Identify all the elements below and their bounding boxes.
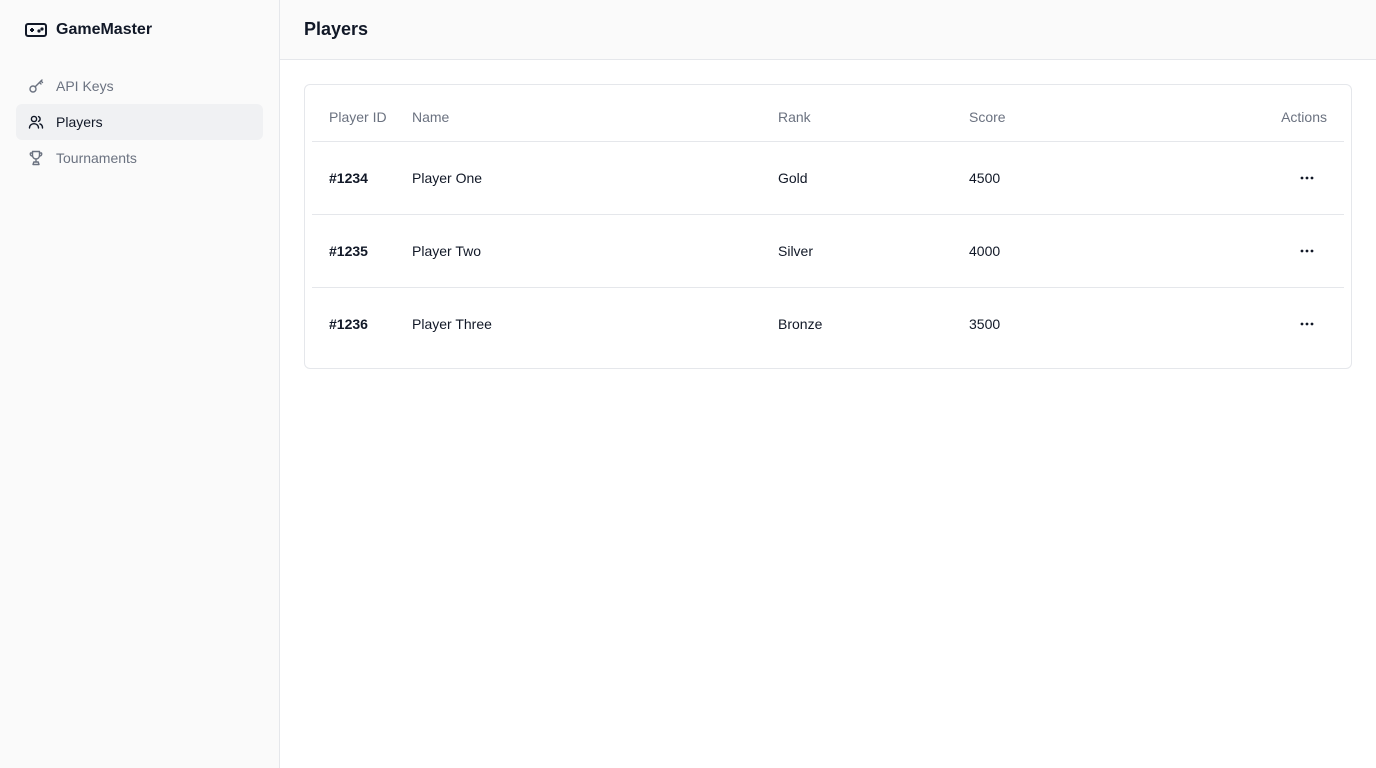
table-row: #1235 Player Two Silver 4000 bbox=[312, 214, 1344, 288]
player-score-cell: 3500 bbox=[969, 315, 1001, 332]
player-name-cell: Player Three bbox=[412, 315, 492, 332]
trophy-icon bbox=[28, 150, 44, 166]
sidebar: GameMaster API Keys Players Tournaments bbox=[0, 0, 280, 768]
more-horizontal-icon bbox=[1300, 176, 1314, 179]
table-header-row: Player ID Name Rank Score Actions bbox=[312, 93, 1344, 142]
brand[interactable]: GameMaster bbox=[16, 0, 263, 60]
players-table: Player ID Name Rank Score Actions #1234 … bbox=[312, 93, 1344, 360]
sidebar-item-label: Players bbox=[56, 114, 103, 130]
actions-cell bbox=[1209, 214, 1344, 288]
column-header-score: Score bbox=[969, 93, 1209, 142]
column-header-actions: Actions bbox=[1209, 93, 1344, 142]
users-icon bbox=[28, 114, 44, 130]
main-area: Players Player ID Name Rank Score Action… bbox=[280, 0, 1376, 768]
more-horizontal-icon bbox=[1300, 322, 1314, 326]
top-bar: Players bbox=[280, 0, 1376, 60]
actions-cell bbox=[1209, 287, 1344, 360]
sidebar-item-tournaments[interactable]: Tournaments bbox=[16, 140, 263, 176]
players-table-card: Player ID Name Rank Score Actions #1234 … bbox=[304, 84, 1352, 369]
actions-cell bbox=[1209, 141, 1344, 215]
player-rank-cell: Bronze bbox=[778, 315, 823, 332]
more-actions-button[interactable] bbox=[1291, 237, 1323, 265]
sidebar-item-label: API Keys bbox=[56, 78, 114, 94]
page-title: Players bbox=[304, 19, 369, 39]
player-id-cell: #1236 bbox=[329, 315, 368, 332]
player-score-cell: 4500 bbox=[969, 141, 1209, 215]
player-score-cell: 4000 bbox=[969, 214, 1209, 288]
sidebar-item-label: Tournaments bbox=[56, 150, 137, 166]
sidebar-nav: API Keys Players Tournaments bbox=[16, 68, 263, 176]
more-actions-button[interactable] bbox=[1291, 310, 1323, 338]
column-header-name: Name bbox=[412, 93, 778, 142]
player-id-cell: #1235 bbox=[312, 214, 412, 288]
player-rank-cell: Silver bbox=[778, 214, 969, 288]
sidebar-item-players[interactable]: Players bbox=[16, 104, 263, 140]
table-row: #1234 Player One Gold 4500 bbox=[312, 141, 1344, 215]
more-actions-button[interactable] bbox=[1291, 164, 1323, 192]
player-name-cell: Player Two bbox=[412, 214, 778, 288]
table-row: #1236 Player Three Bronze 3500 bbox=[312, 287, 1344, 360]
player-name-cell: Player One bbox=[412, 141, 778, 215]
player-rank-cell: Gold bbox=[778, 141, 969, 215]
sidebar-item-api-keys[interactable]: API Keys bbox=[16, 68, 263, 104]
more-horizontal-icon bbox=[1300, 249, 1314, 252]
column-header-player-id: Player ID bbox=[312, 93, 412, 142]
app-name: GameMaster bbox=[56, 21, 153, 38]
column-header-rank: Rank bbox=[778, 93, 969, 142]
player-id-cell: #1234 bbox=[312, 141, 412, 215]
key-icon bbox=[28, 78, 44, 94]
content: Player ID Name Rank Score Actions #1234 … bbox=[280, 60, 1376, 369]
gamepad-icon bbox=[24, 18, 48, 42]
